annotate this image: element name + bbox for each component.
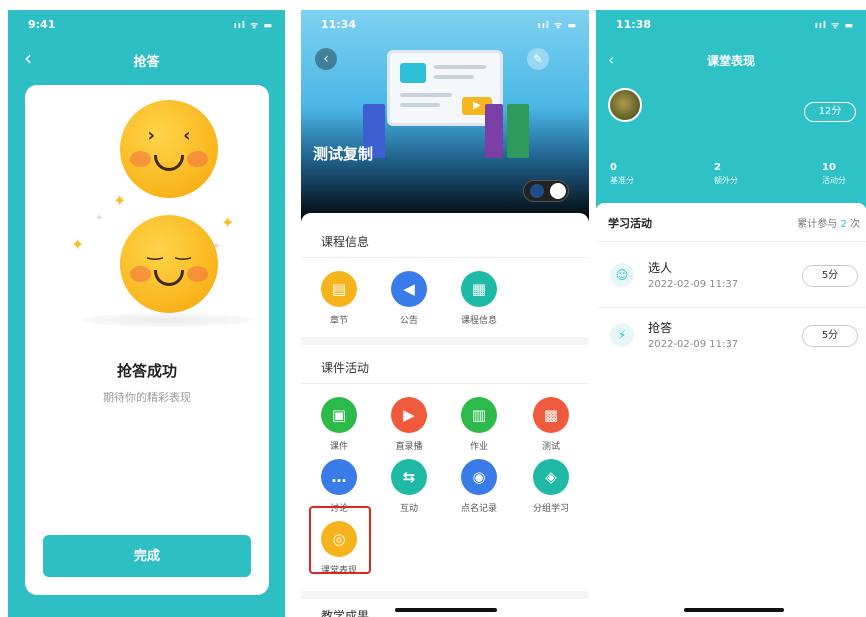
stat-activity: 10 活动分 (822, 162, 846, 185)
image-icon (400, 63, 426, 83)
status-bar: 11:34 ııl ᯤ ▬ (301, 16, 589, 34)
quick-answer-screen: 9:41 ııl ᯤ ▬ ‹ 抢答 › ‹ ✦ ✦ ✦ ✦ ✦ ‿ ‿ 抢答成功 期… (8, 10, 285, 617)
sparkle-icon: ✦ (95, 213, 104, 224)
homework-icon: ▥ (461, 397, 497, 433)
tile-courseware[interactable]: ▣ 课件 (309, 397, 369, 452)
status-time: 11:34 (321, 18, 357, 31)
clipboard-icon: ▦ (461, 271, 497, 307)
group-icon: ◈ (533, 459, 569, 495)
status-bar: 9:41 ııl ᯤ ▬ (8, 16, 285, 34)
status-bar: 11:38 ııl ᯤ ▬ (596, 16, 866, 34)
view-toggle[interactable] (523, 180, 569, 202)
tile-interaction[interactable]: ⇆ 互动 (379, 459, 439, 514)
tile-group-study[interactable]: ◈ 分组学习 (521, 459, 581, 514)
points-badge: 5分 (802, 265, 858, 287)
class-performance-screen: 11:38 ııl ᯤ ▬ ‹ 课堂表现 12分 0 基准分 2 额外分 10 … (596, 10, 866, 617)
book-illustration (507, 104, 529, 158)
success-title: 抢答成功 (116, 362, 177, 380)
tile-test[interactable]: ▩ 测试 (521, 397, 581, 452)
tile-live[interactable]: ▶ 直录播 (379, 397, 439, 452)
status-time: 9:41 (28, 18, 56, 31)
video-icon: ▶ (391, 397, 427, 433)
tile-course-info[interactable]: ▦ 课程信息 (449, 271, 509, 326)
section-title-results: 教学成果 (321, 609, 370, 617)
done-button[interactable]: 完成 (43, 535, 251, 577)
select-person-icon: ☺ (610, 263, 634, 287)
activity-title: 学习活动 (608, 217, 652, 230)
list-item[interactable]: ⚡ 抢答 2022-02-09 11:37 5分 (596, 309, 866, 363)
signal-icon: ııl ᯤ ▬ (537, 21, 577, 31)
status-time: 11:38 (616, 18, 652, 31)
home-indicator (395, 608, 497, 612)
signal-icon: ııl ᯤ ▬ (814, 21, 854, 31)
sparkle-icon: ✦ (221, 213, 235, 232)
sparkle-icon: ✦ (71, 235, 85, 254)
tile-roll-call[interactable]: ◉ 点名记录 (449, 459, 509, 514)
courseware-icon: ▣ (321, 397, 357, 433)
section-title-activities: 课件活动 (321, 361, 370, 375)
points-badge: 5分 (802, 325, 858, 347)
smiling-face-icon: ‿ ‿ (120, 215, 218, 313)
back-icon[interactable]: ‹ (315, 48, 337, 70)
result-card: › ‹ ✦ ✦ ✦ ✦ ✦ ‿ ‿ 抢答成功 期待你的精彩表现 完成 (25, 85, 269, 595)
page-title: 课堂表现 (706, 54, 755, 68)
interaction-icon: ⇆ (391, 459, 427, 495)
activity-panel: 学习活动 累计参与 2 次 ☺ 选人 2022-02-09 11:37 5分 ⚡… (596, 203, 866, 617)
total-score-badge: 12分 (804, 102, 856, 122)
tile-chapters[interactable]: ▤ 章节 (309, 271, 369, 326)
stat-base: 0 基准分 (610, 162, 634, 185)
happy-face-icon: › ‹ (120, 100, 218, 198)
person-icon: ◉ (461, 459, 497, 495)
chat-icon: … (321, 459, 357, 495)
chapter-icon: ▤ (321, 271, 357, 307)
section-title-course-info: 课程信息 (321, 235, 370, 249)
face-shadow (82, 313, 252, 327)
home-indicator (684, 608, 784, 612)
tile-announcement[interactable]: ◀ 公告 (379, 271, 439, 326)
stat-extra: 2 额外分 (714, 162, 738, 185)
test-icon: ▩ (533, 397, 569, 433)
course-title: 测试复制 (313, 145, 374, 163)
lightning-icon: ⚡ (610, 323, 634, 347)
list-item[interactable]: ☺ 选人 2022-02-09 11:37 5分 (596, 249, 866, 303)
participation-count: 累计参与 2 次 (797, 219, 860, 230)
book-illustration (485, 104, 503, 158)
course-home-screen: ▶ 11:34 ııl ᯤ ▬ ‹ ✎ 测试复制 课程信息 ▤ 章节 ◀ 公告 … (301, 10, 589, 617)
compass-icon[interactable]: ✎ (527, 48, 549, 70)
signal-icon: ııl ᯤ ▬ (233, 21, 273, 31)
sparkle-icon: ✦ (113, 191, 127, 210)
megaphone-icon: ◀ (391, 271, 427, 307)
tile-homework[interactable]: ▥ 作业 (449, 397, 509, 452)
avatar (608, 88, 642, 122)
highlight-box (309, 506, 371, 574)
success-subtitle: 期待你的精彩表现 (103, 391, 191, 404)
page-title: 抢答 (133, 55, 160, 70)
